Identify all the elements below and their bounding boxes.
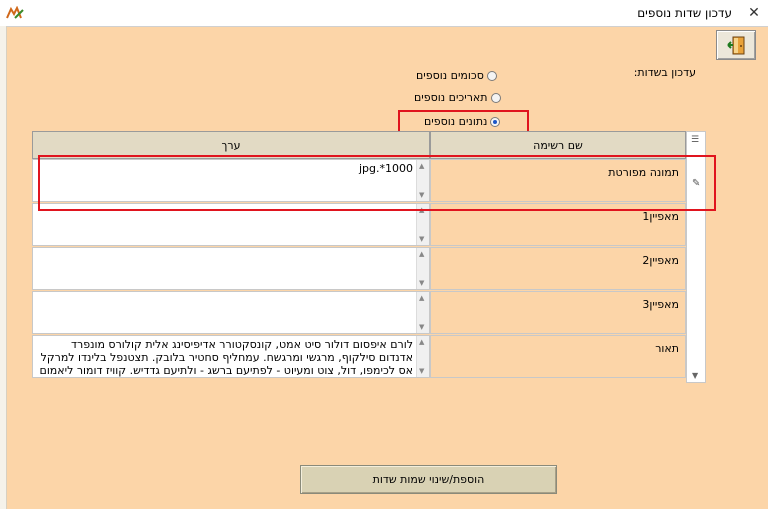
name-cell[interactable]: מאפיין3 — [430, 291, 686, 334]
update-fields-label: עדכון בשדות: — [633, 66, 696, 79]
name-text: מאפיין1 — [642, 210, 679, 223]
value-text — [37, 206, 413, 246]
scroll-down-icon[interactable]: ▼ — [419, 323, 424, 331]
highlight-box-row — [38, 155, 716, 211]
scroll-up-icon[interactable]: ▲ — [419, 294, 424, 302]
cell-scrollbar[interactable]: ▲ ▼ — [416, 248, 429, 289]
value-text — [37, 250, 413, 290]
table-row: ▲ ▼ מאפיין2 — [32, 247, 686, 290]
radio-additional-amounts[interactable]: סכומים נוספים — [416, 69, 497, 82]
cell-scrollbar[interactable]: ▲ ▼ — [416, 292, 429, 333]
window-title: עדכון שדות נוספים — [637, 6, 732, 20]
radio-additional-dates[interactable]: תאריכים נוספים — [414, 91, 501, 104]
menu-icon[interactable]: ☰ — [691, 135, 699, 145]
left-border — [0, 26, 7, 509]
table-row: ▲ ▼ מאפיין3 — [32, 291, 686, 334]
scroll-up-icon[interactable]: ▲ — [419, 338, 424, 346]
table-row: לורם איפסום דולור סיט אמט, קונסקטורר אדי… — [32, 335, 686, 378]
app-icon — [6, 6, 24, 19]
value-cell[interactable]: ▲ ▼ — [32, 247, 430, 290]
value-text: לורם איפסום דולור סיט אמט, קונסקטורר אדי… — [39, 338, 413, 378]
scroll-down-icon[interactable]: ▼ — [419, 279, 424, 287]
scroll-up-icon[interactable]: ▲ — [419, 250, 424, 258]
scroll-down-icon[interactable]: ▼ — [692, 371, 698, 380]
value-text — [37, 294, 413, 334]
radio-button[interactable] — [486, 70, 497, 81]
title-bar: עדכון שדות נוספים ✕ — [0, 0, 768, 27]
exit-door-icon — [727, 36, 745, 55]
name-text: מאפיין2 — [642, 254, 679, 267]
scroll-down-icon[interactable]: ▼ — [419, 235, 424, 243]
close-icon[interactable]: ✕ — [740, 0, 768, 26]
name-text: תאור — [655, 342, 679, 355]
cell-scrollbar[interactable]: ▲ ▼ — [416, 336, 429, 377]
radio-label: תאריכים נוספים — [414, 91, 488, 104]
value-cell[interactable]: לורם איפסום דולור סיט אמט, קונסקטורר אדי… — [32, 335, 430, 378]
value-cell[interactable]: ▲ ▼ — [32, 291, 430, 334]
add-change-field-names-button[interactable]: הוספת/שינוי שמות שדות — [300, 465, 557, 494]
scroll-down-icon[interactable]: ▼ — [419, 367, 424, 375]
radio-label: סכומים נוספים — [416, 69, 484, 82]
exit-button[interactable] — [716, 30, 756, 60]
name-cell[interactable]: מאפיין2 — [430, 247, 686, 290]
name-cell[interactable]: תאור — [430, 335, 686, 378]
name-text: מאפיין3 — [642, 298, 679, 311]
radio-button[interactable] — [490, 92, 501, 103]
